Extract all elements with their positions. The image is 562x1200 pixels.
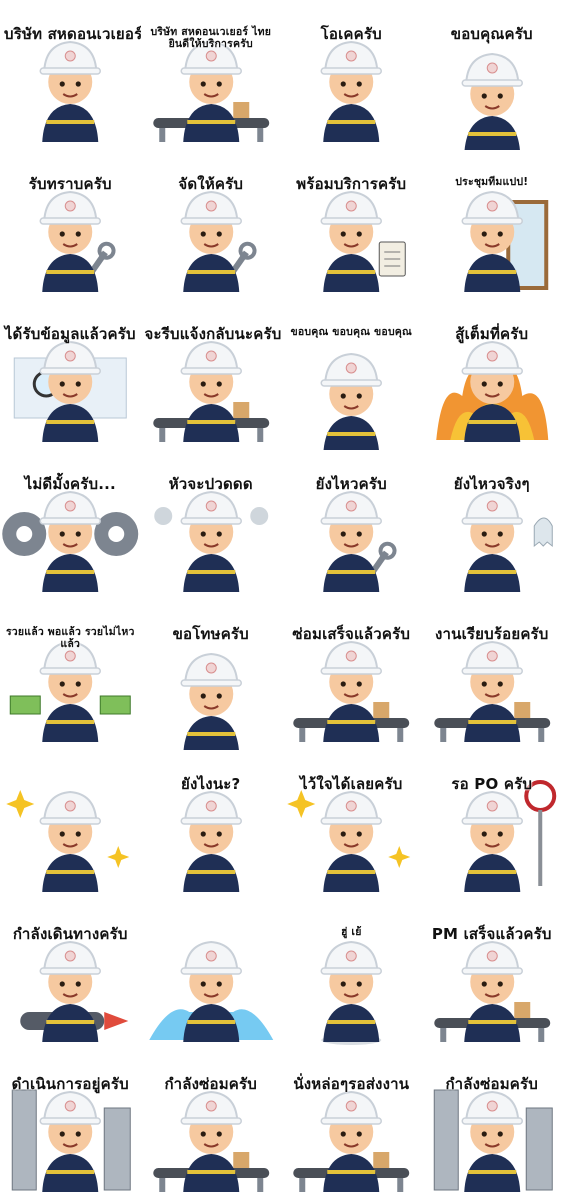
sticker-cell-2[interactable]: บริษัท สหดอนเวเยอร์ ไทย ยินดีให้บริการคร… bbox=[141, 0, 282, 150]
sticker-caption: พร้อมบริการครับ bbox=[296, 175, 407, 193]
sticker-cell-30[interactable]: กำลังซ่อมครับ bbox=[141, 1050, 282, 1200]
sticker-caption: ยังไหวครับ bbox=[315, 475, 387, 493]
sticker-cell-28[interactable]: PM เสร็จแล้วครับ bbox=[422, 900, 562, 1050]
sticker-caption: กำลังซ่อมครับ bbox=[445, 1075, 538, 1093]
sticker-cell-6[interactable]: จัดให้ครับ bbox=[141, 150, 282, 300]
sticker-caption: ประชุมทีมแปป! bbox=[455, 176, 529, 188]
sticker-cell-20[interactable]: งานเรียบร้อยครับ bbox=[422, 600, 562, 750]
sticker-cell-11[interactable]: ขอบคุณ ขอบคุณ ขอบคุณ bbox=[281, 300, 422, 450]
sticker-caption: ได้รับข้อมูลแล้วครับ bbox=[4, 325, 136, 343]
jump-icon bbox=[320, 940, 382, 1045]
sticker-cell-15[interactable]: ยังไหวครับ bbox=[281, 450, 422, 600]
sticker-caption: จะรีบแจ้งกลับนะครับ bbox=[144, 325, 282, 343]
sticker-caption: จัดให้ครับ bbox=[178, 175, 244, 193]
sticker-caption: รวยแล้ว พอแล้ว รวยไม่ไหวแล้ว bbox=[5, 626, 135, 650]
sticker-caption: ยังไหวจริงๆ bbox=[453, 475, 530, 493]
sticker-caption: รับทราบครับ bbox=[28, 175, 112, 193]
sticker-caption: นั่งหล่อๆรอส่งงาน bbox=[293, 1075, 410, 1093]
sticker-cell-8[interactable]: ประชุมทีมแปป! bbox=[422, 150, 562, 300]
sticker-cell-26[interactable] bbox=[141, 900, 282, 1050]
sticker-cell-29[interactable]: ดำเนินการอยู่ครับ bbox=[0, 1050, 141, 1200]
sticker-caption: ฮู่ เย้ bbox=[340, 926, 362, 938]
sticker-cell-19[interactable]: ซ่อมเสร็จแล้วครับ bbox=[281, 600, 422, 750]
money-icon bbox=[9, 640, 131, 742]
sticker-caption: ขอบคุณ ขอบคุณ ขอบคุณ bbox=[290, 326, 412, 338]
sticker-cell-18[interactable]: ขอโทษครับ bbox=[141, 600, 282, 750]
sticker-cell-32[interactable]: กำลังซ่อมครับ bbox=[422, 1050, 562, 1200]
sticker-cell-31[interactable]: นั่งหล่อๆรอส่งงาน bbox=[281, 1050, 422, 1200]
sticker-cell-10[interactable]: จะรีบแจ้งกลับนะครับ bbox=[141, 300, 282, 450]
crying-icon bbox=[148, 940, 273, 1042]
bowing-repeat-icon bbox=[320, 352, 382, 450]
sticker-cell-4[interactable]: ขอบคุณครับ bbox=[422, 0, 562, 150]
sticker-caption: งานเรียบร้อยครับ bbox=[434, 625, 549, 643]
sticker-caption: ยังไงนะ? bbox=[181, 775, 241, 793]
sticker-cell-16[interactable]: ยังไหวจริงๆ bbox=[422, 450, 562, 600]
sticker-caption: โอเคครับ bbox=[320, 25, 382, 43]
sticker-caption: บริษัท สหดอนเวเยอร์ ไทย สวัสดีครับ bbox=[4, 25, 141, 43]
sticker-caption: หัวจะปวดดด bbox=[168, 475, 253, 493]
sticker-caption: PM เสร็จแล้วครับ bbox=[431, 925, 552, 943]
sticker-cell-5[interactable]: รับทราบครับ bbox=[0, 150, 141, 300]
sticker-cell-25[interactable]: กำลังเดินทางครับ bbox=[0, 900, 141, 1050]
sticker-cell-3[interactable]: โอเคครับ bbox=[281, 0, 422, 150]
sticker-caption: ซ่อมเสร็จแล้วครับ bbox=[292, 625, 411, 643]
sticker-caption: ไม่ดีมั้งครับ... bbox=[24, 475, 116, 493]
sticker-cell-7[interactable]: พร้อมบริการครับ bbox=[281, 150, 422, 300]
sticker-cell-24[interactable]: รอ PO ครับ bbox=[422, 750, 562, 900]
sticker-caption: ไว้ใจได้เลยครับ bbox=[300, 775, 403, 793]
sticker-caption: กำลังซ่อมครับ bbox=[164, 1075, 257, 1093]
sticker-cell-23[interactable]: ไว้ใจได้เลยครับ bbox=[281, 750, 422, 900]
sticker-cell-22[interactable]: ยังไงนะ? bbox=[141, 750, 282, 900]
sticker-cell-12[interactable]: สู้เต็มที่ครับ bbox=[422, 300, 562, 450]
sticker-cell-21[interactable] bbox=[0, 750, 141, 900]
sticker-cell-14[interactable]: หัวจะปวดดด bbox=[141, 450, 282, 600]
sticker-caption: ขอบคุณครับ bbox=[450, 25, 533, 43]
sticker-cell-13[interactable]: ไม่ดีมั้งครับ... bbox=[0, 450, 141, 600]
sticker-caption: รอ PO ครับ bbox=[451, 775, 533, 793]
sticker-caption: สู้เต็มที่ครับ bbox=[455, 325, 529, 343]
sticker-cell-9[interactable]: ได้รับข้อมูลแล้วครับ bbox=[0, 300, 141, 450]
mirror-icon bbox=[461, 190, 548, 292]
sticker-caption: กำลังเดินทางครับ bbox=[12, 925, 128, 943]
sparkle-eyes-icon bbox=[6, 790, 130, 892]
conveyor-icon bbox=[152, 40, 269, 142]
sticker-cell-1[interactable]: บริษัท สหดอนเวเยอร์ ไทย สวัสดีครับ bbox=[0, 0, 141, 150]
sticker-cell-27[interactable]: ฮู่ เย้ bbox=[281, 900, 422, 1050]
sticker-grid: บริษัท สหดอนเวเยอร์ ไทย สวัสดีครับ บริษั… bbox=[0, 0, 562, 1200]
sticker-cell-17[interactable]: รวยแล้ว พอแล้ว รวยไม่ไหวแล้ว bbox=[0, 600, 141, 750]
sticker-caption: บริษัท สหดอนเวเยอร์ ไทย ยินดีให้บริการคร… bbox=[150, 26, 272, 50]
sticker-caption: ขอโทษครับ bbox=[172, 625, 249, 643]
sticker-caption: ดำเนินการอยู่ครับ bbox=[11, 1075, 129, 1093]
